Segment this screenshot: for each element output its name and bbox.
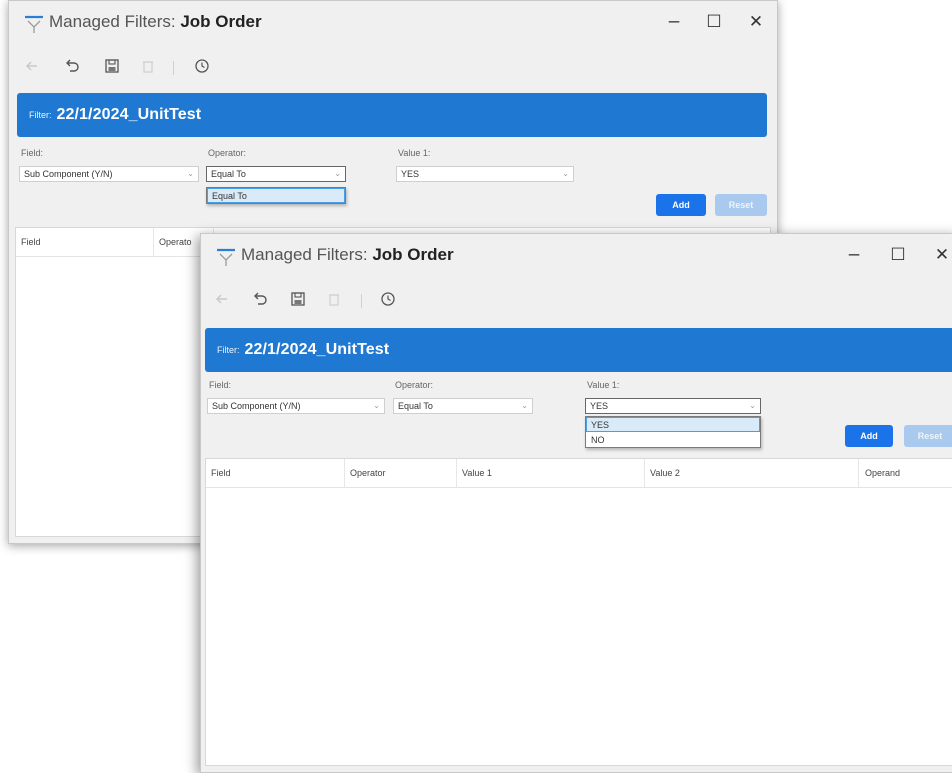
window-title: Managed Filters: Job Order [49,12,262,31]
column-header-field[interactable]: Field [206,459,345,487]
field-combobox-value: Sub Component (Y/N) [24,169,113,179]
add-button[interactable]: Add [656,194,706,216]
delete-icon[interactable] [325,290,345,310]
maximize-button[interactable]: ☐ [701,9,727,35]
filter-label: Filter: [29,110,52,120]
column-header-value-2[interactable]: Value 2 [645,459,859,487]
chevron-down-icon: ⌄ [562,169,569,178]
grid-header: Field Operator Value 1 Value 2 Operand [206,459,952,488]
minimize-button[interactable]: – [661,9,687,35]
filter-funnel-icon [23,13,45,35]
undo-icon[interactable] [251,290,271,310]
value1-combobox-value: YES [401,169,420,179]
chevron-down-icon: ⌄ [521,401,528,410]
field-combobox[interactable]: Sub Component (Y/N) ⌄ [19,166,199,182]
toolbar-separator [361,294,362,308]
filter-banner: Filter: 22/1/2024_UnitTest [205,328,952,372]
save-icon[interactable] [289,290,309,310]
close-button[interactable]: ✕ [929,242,952,268]
operator-dropdown-list: Equal To [206,187,346,204]
column-header-operator[interactable]: Operator [345,459,457,487]
toolbar-separator [173,61,174,75]
value1-combobox-value: YES [590,401,609,411]
minimize-button[interactable]: – [841,242,867,268]
value1-option-yes[interactable]: YES [586,417,760,432]
field-label: Field: [21,148,44,158]
filter-label: Filter: [217,345,240,355]
filter-banner: Filter: 22/1/2024_UnitTest [17,93,767,137]
chevron-down-icon: ⌄ [334,169,341,178]
chevron-down-icon: ⌄ [187,169,194,178]
chevron-down-icon: ⌄ [749,401,756,410]
undo-icon[interactable] [63,57,83,77]
filter-conditions-grid: Field Operator Value 1 Value 2 Operand [205,458,952,766]
value1-option-no[interactable]: NO [586,432,760,447]
operator-label: Operator: [395,380,434,390]
filter-name: 22/1/2024_UnitTest [244,341,390,358]
back-arrow-icon[interactable] [213,290,233,310]
column-header-operand[interactable]: Operand [859,459,952,487]
toolbar [201,286,952,314]
title-bar[interactable]: Managed Filters: Job Order – ☐ ✕ [9,1,777,45]
reset-button[interactable]: Reset [715,194,767,216]
value1-label: Value 1: [587,380,620,390]
delete-icon[interactable] [139,57,159,77]
toolbar [9,53,777,81]
column-header-field[interactable]: Field [16,228,154,256]
save-icon[interactable] [103,57,123,77]
add-button[interactable]: Add [845,425,893,447]
close-button[interactable]: ✕ [743,9,769,35]
chevron-down-icon: ⌄ [373,401,380,410]
back-arrow-icon[interactable] [23,57,43,77]
field-combobox[interactable]: Sub Component (Y/N) ⌄ [207,398,385,414]
history-icon[interactable] [193,57,213,77]
history-icon[interactable] [379,290,399,310]
filter-funnel-icon [215,246,237,268]
reset-button[interactable]: Reset [904,425,952,447]
column-header-value-1[interactable]: Value 1 [457,459,645,487]
value1-combobox[interactable]: YES ⌄ [396,166,574,182]
operator-option-equal-to[interactable]: Equal To [207,188,345,203]
value1-combobox[interactable]: YES ⌄ [585,398,761,414]
operator-combobox-value: Equal To [398,401,433,411]
operator-combobox[interactable]: Equal To ⌄ [393,398,533,414]
value1-dropdown-list: YES NO [585,416,761,448]
operator-combobox-value: Equal To [211,169,246,179]
field-combobox-value: Sub Component (Y/N) [212,401,301,411]
managed-filters-window-front: Managed Filters: Job Order – ☐ ✕ Filter:… [200,233,952,773]
value1-label: Value 1: [398,148,431,158]
field-label: Field: [209,380,232,390]
maximize-button[interactable]: ☐ [885,242,911,268]
operator-combobox[interactable]: Equal To ⌄ [206,166,346,182]
operator-label: Operator: [208,148,247,158]
filter-name: 22/1/2024_UnitTest [56,106,202,123]
window-title: Managed Filters: Job Order [241,245,454,264]
title-bar[interactable]: Managed Filters: Job Order – ☐ ✕ [201,234,952,278]
